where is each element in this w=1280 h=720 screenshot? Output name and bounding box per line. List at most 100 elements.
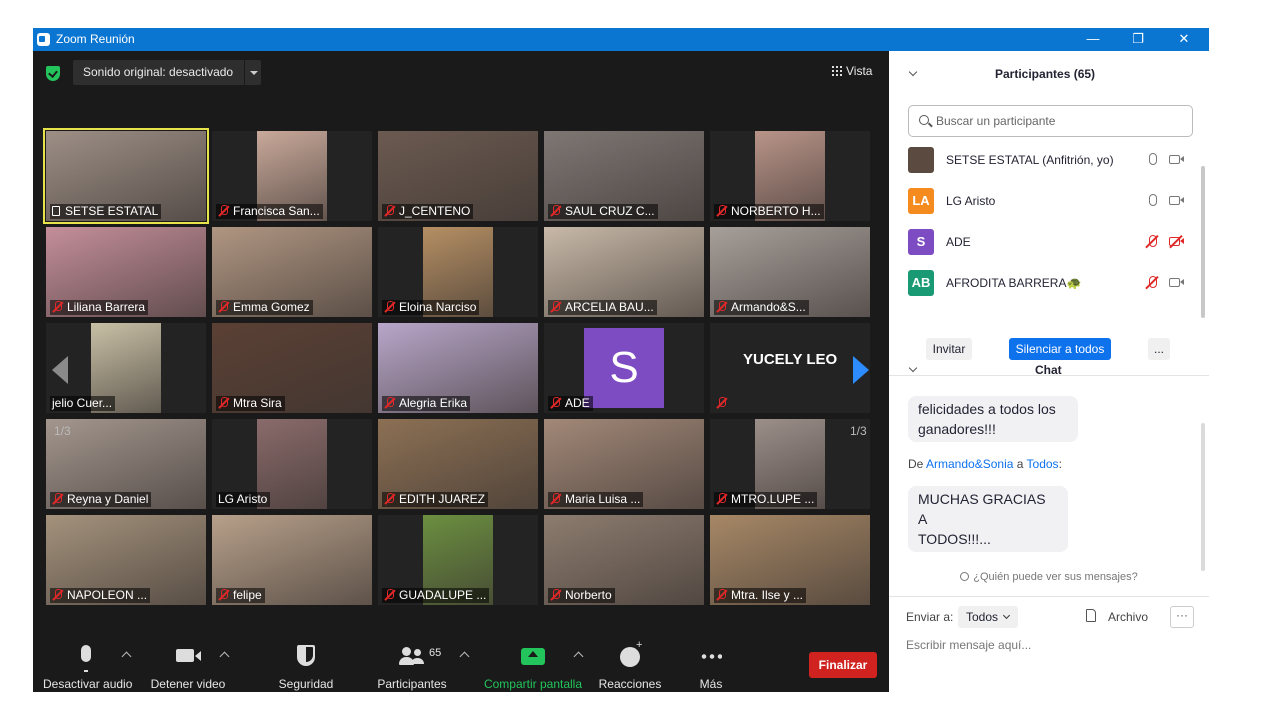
video-tile[interactable]: Mtra Sira — [212, 323, 372, 413]
next-page-arrow-icon[interactable] — [853, 356, 869, 384]
spotlight-icon — [52, 206, 60, 216]
recipient-name[interactable]: Todos — [1027, 457, 1059, 471]
view-button[interactable]: Vista — [832, 64, 872, 78]
microphone-icon — [81, 645, 91, 672]
muted-mic-icon — [716, 397, 727, 409]
chat-message-line: ganadores!!! — [918, 421, 996, 437]
video-tile[interactable]: NAPOLEON ... — [46, 515, 206, 605]
participant-name: Maria Luisa ... — [565, 492, 641, 506]
sender-prefix: De — [908, 457, 927, 471]
video-tile[interactable]: Eloina Narciso — [378, 227, 538, 317]
chat-message-input[interactable]: Escribir mensaje aquí... — [906, 638, 1031, 652]
name-label — [714, 396, 734, 411]
video-tile[interactable]: GUADALUPE ... — [378, 515, 538, 605]
participant-name: LG Aristo — [218, 492, 268, 506]
video-area: Sonido original: desactivado Vista SETSE… — [33, 51, 889, 692]
camera-icon — [176, 649, 201, 662]
send-to-dropdown[interactable]: Todos — [958, 606, 1018, 628]
participant-row[interactable]: S ADE — [908, 229, 1188, 255]
file-button[interactable]: Archivo — [1108, 610, 1148, 624]
video-tile[interactable]: SETSE ESTATAL — [43, 128, 209, 224]
video-tile[interactable]: J_CENTENO — [378, 131, 538, 221]
video-tile[interactable]: Armando&S... — [710, 227, 870, 317]
previous-page-arrow-icon[interactable] — [52, 356, 68, 384]
chat-panel-title: Chat — [1035, 363, 1062, 377]
video-tile[interactable]: Maria Luisa ... — [544, 419, 704, 509]
name-label: Armando&S... — [714, 300, 809, 315]
video-tile[interactable]: Liliana Barrera — [46, 227, 206, 317]
muted-mic-icon[interactable] — [1149, 276, 1157, 288]
participant-name: MTRO.LUPE ... — [731, 492, 815, 506]
collapse-participants-chevron-icon[interactable] — [908, 67, 918, 77]
participant-name: Reyna y Daniel — [67, 492, 149, 506]
video-tile[interactable]: Emma Gomez — [212, 227, 372, 317]
encryption-shield-icon[interactable] — [46, 66, 60, 81]
end-meeting-button[interactable]: Finalizar — [809, 652, 877, 678]
window-title: Zoom Reunión — [56, 32, 135, 46]
restore-button[interactable]: ❐ — [1115, 29, 1161, 50]
muted-mic-icon[interactable] — [1149, 235, 1157, 247]
video-tile[interactable]: S ADE — [544, 323, 704, 413]
chat-scrollbar[interactable] — [1201, 423, 1205, 571]
chat-more-button[interactable]: ··· — [1170, 606, 1194, 628]
participant-name: GUADALUPE ... — [399, 588, 487, 602]
minimize-button[interactable]: — — [1070, 29, 1116, 50]
collapse-chat-chevron-icon[interactable] — [908, 363, 918, 373]
microphone-icon[interactable] — [1149, 153, 1157, 165]
video-tile[interactable]: Francisca San... — [212, 131, 372, 221]
share-options-chevron-icon[interactable] — [573, 651, 584, 662]
participant-row[interactable]: AB AFRODITA BARRERA🐢 — [908, 270, 1188, 296]
video-tile[interactable]: NORBERTO H... — [710, 131, 870, 221]
camera-icon[interactable] — [1169, 278, 1184, 287]
video-tile[interactable]: jelio Cuer... — [46, 323, 206, 413]
video-tile[interactable]: YUCELY LEO — [710, 323, 870, 413]
participant-row[interactable]: SETSE ESTATAL (Anfitrión, yo) — [908, 147, 1188, 173]
chevron-down-icon[interactable] — [244, 60, 261, 85]
participant-name: jelio Cuer... — [52, 396, 113, 410]
participants-options-chevron-icon[interactable] — [459, 651, 470, 662]
muted-mic-icon — [52, 493, 63, 505]
video-tile[interactable]: Norberto — [544, 515, 704, 605]
video-tile[interactable]: EDITH JUAREZ — [378, 419, 538, 509]
file-icon[interactable] — [1086, 609, 1096, 622]
muted-mic-icon — [218, 301, 229, 313]
muted-mic-icon — [384, 301, 395, 313]
who-can-see-link[interactable]: ¿Quién puede ver sus mensajes? — [889, 571, 1209, 583]
audio-options-chevron-icon[interactable] — [121, 651, 132, 662]
chat-message: MUCHAS GRACIAS A TODOS!!!... — [908, 486, 1068, 552]
participants-more-button[interactable]: ... — [1148, 338, 1170, 360]
close-button[interactable]: ✕ — [1161, 29, 1207, 50]
participant-list-scrollbar[interactable] — [1201, 166, 1205, 318]
view-label: Vista — [846, 64, 873, 78]
video-tile[interactable]: SAUL CRUZ C... — [544, 131, 704, 221]
chat-message-line: TODOS!!!... — [918, 531, 991, 547]
camera-off-icon[interactable] — [1169, 237, 1184, 246]
microphone-icon[interactable] — [1149, 194, 1157, 206]
name-label: Liliana Barrera — [50, 300, 149, 315]
participant-name: Eloina Narciso — [399, 300, 477, 314]
participant-search-input[interactable]: Buscar un participante — [908, 105, 1193, 137]
participant-name: ADE — [946, 235, 971, 249]
video-tile[interactable]: Alegria Erika — [378, 323, 538, 413]
sender-name[interactable]: Armando&Sonia — [926, 457, 1013, 471]
video-tile[interactable]: ARCELIA BAU... — [544, 227, 704, 317]
camera-icon[interactable] — [1169, 196, 1184, 205]
send-to-label: Enviar a: — [906, 610, 954, 624]
name-label: GUADALUPE ... — [382, 588, 490, 603]
avatar: AB — [908, 270, 934, 296]
search-placeholder: Buscar un participante — [936, 114, 1056, 128]
invite-button[interactable]: Invitar — [926, 338, 972, 360]
zoom-app-icon — [37, 33, 50, 46]
camera-icon[interactable] — [1169, 155, 1184, 164]
video-tile[interactable]: MTRO.LUPE ... — [710, 419, 870, 509]
video-tile[interactable]: felipe — [212, 515, 372, 605]
original-sound-toggle[interactable]: Sonido original: desactivado — [73, 60, 261, 85]
participant-name: Francisca San... — [233, 204, 320, 218]
participant-name: ARCELIA BAU... — [565, 300, 654, 314]
video-tile[interactable]: LG Aristo — [212, 419, 372, 509]
participant-name: NAPOLEON ... — [67, 588, 148, 602]
video-tile[interactable]: Mtra. Ilse y ... — [710, 515, 870, 605]
mute-all-button[interactable]: Silenciar a todos — [1009, 338, 1111, 360]
video-options-chevron-icon[interactable] — [219, 651, 230, 662]
participant-row[interactable]: LA LG Aristo — [908, 188, 1188, 214]
